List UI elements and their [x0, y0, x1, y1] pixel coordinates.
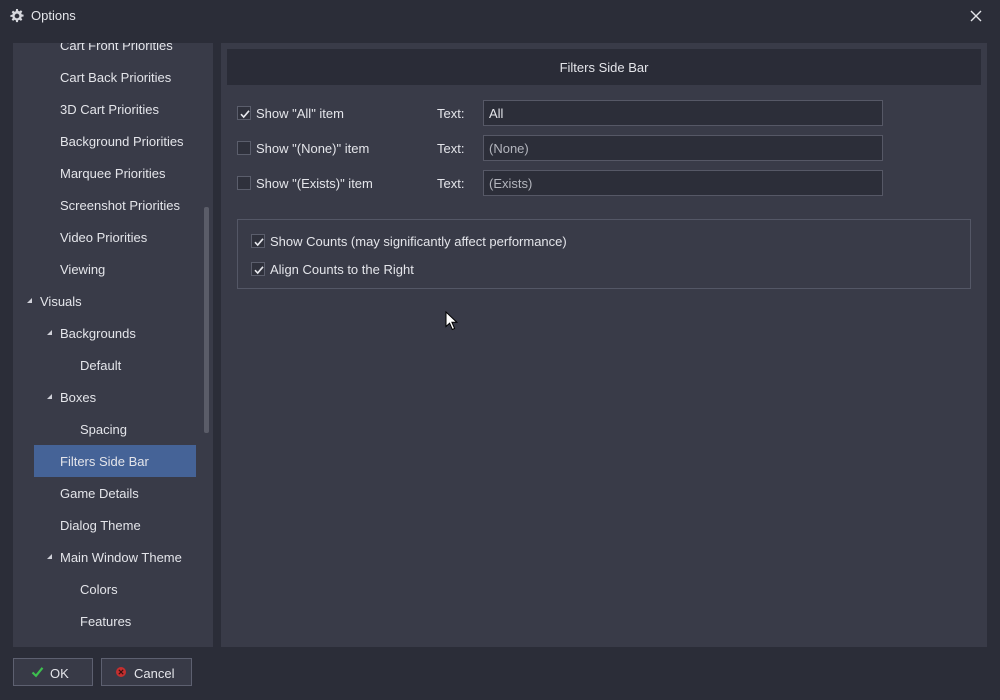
tree-item-colors[interactable]: Colors	[13, 573, 203, 605]
tree-scrollbar[interactable]	[204, 207, 209, 433]
tree-item-label: Default	[80, 358, 122, 373]
text-label: Text:	[437, 176, 465, 191]
tree-item-label: Backgrounds	[60, 326, 136, 341]
tree-item-label: Video Priorities	[60, 230, 148, 245]
tree-item-default[interactable]: Default	[13, 349, 203, 381]
tree-item-3d-cart-priorities[interactable]: 3D Cart Priorities	[13, 93, 203, 125]
tree-item-video-priorities[interactable]: Video Priorities	[13, 221, 203, 253]
tree-item-label: Cart Back Priorities	[60, 70, 172, 85]
text-label: Text:	[437, 141, 465, 156]
cancel-button[interactable]: Cancel	[101, 658, 192, 686]
align-counts-label: Align Counts to the Right	[270, 262, 414, 277]
checkmark-icon	[254, 266, 264, 275]
tree-item-dialog-theme[interactable]: Dialog Theme	[13, 509, 203, 541]
tree-item-viewing[interactable]: Viewing	[13, 253, 203, 285]
close-button[interactable]	[960, 0, 992, 32]
tree-item-boxes[interactable]: Boxes	[13, 381, 203, 413]
tree-item-label: Viewing	[60, 262, 106, 277]
expand-arrow-icon[interactable]	[46, 393, 54, 401]
show-counts-label: Show Counts (may significantly affect pe…	[270, 234, 567, 249]
tree-item-main-window-theme[interactable]: Main Window Theme	[13, 541, 203, 573]
tree-item-label: Colors	[80, 582, 118, 597]
expand-arrow-icon[interactable]	[46, 329, 54, 337]
exists-text-input[interactable]: (Exists)	[483, 170, 883, 196]
cancel-label: Cancel	[134, 666, 175, 681]
tree-item-features[interactable]: Features	[13, 605, 203, 637]
tree-item-label: Filters Side Bar	[60, 454, 149, 469]
show-all-row: Show "All" item Text: All	[236, 100, 883, 126]
show-exists-checkbox[interactable]	[237, 176, 251, 190]
tree-item-label: Spacing	[80, 422, 127, 437]
tree-item-spacing[interactable]: Spacing	[13, 413, 203, 445]
tree-item-label: Marquee Priorities	[60, 166, 166, 181]
tree-item-label: Cart Front Priorities	[60, 43, 173, 53]
tree-item-label: Game Details	[60, 486, 139, 501]
cancel-icon	[116, 667, 126, 677]
settings-panel: Filters Side Bar Show "All" item Text: A…	[221, 43, 987, 647]
tree-item-label: Visuals	[40, 294, 82, 309]
tree-item-label: Boxes	[60, 390, 97, 405]
show-exists-row: Show "(Exists)" item Text: (Exists)	[236, 170, 883, 196]
show-all-label: Show "All" item	[256, 106, 344, 121]
title-bar: Options	[0, 0, 1000, 32]
expand-arrow-icon[interactable]	[46, 553, 54, 561]
checkmark-icon	[31, 667, 44, 678]
close-icon	[970, 10, 982, 22]
panel-header: Filters Side Bar	[227, 49, 981, 85]
counts-group: Show Counts (may significantly affect pe…	[237, 219, 971, 289]
expand-arrow-icon[interactable]	[26, 297, 34, 305]
show-none-row: Show "(None)" item Text: (None)	[236, 135, 883, 161]
tree-item-label: Features	[80, 614, 132, 629]
show-exists-label: Show "(Exists)" item	[256, 176, 373, 191]
tree-item-label: Screenshot Priorities	[60, 198, 180, 213]
mouse-cursor-icon	[445, 311, 459, 331]
tree-item-screenshot-priorities[interactable]: Screenshot Priorities	[13, 189, 203, 221]
ok-button[interactable]: OK	[13, 658, 93, 686]
ok-label: OK	[50, 666, 69, 681]
all-text-input[interactable]: All	[483, 100, 883, 126]
tree-item-game-details[interactable]: Game Details	[13, 477, 203, 509]
tree-item-label: 3D Cart Priorities	[60, 102, 159, 117]
tree-item-marquee-priorities[interactable]: Marquee Priorities	[13, 157, 203, 189]
checkmark-icon	[254, 238, 264, 247]
none-text-input[interactable]: (None)	[483, 135, 883, 161]
window-title: Options	[31, 8, 76, 23]
tree-item-backgrounds[interactable]: Backgrounds	[13, 317, 203, 349]
tree-item-visuals[interactable]: Visuals	[13, 285, 203, 317]
tree-item-filters-side-bar[interactable]: Filters Side Bar	[34, 445, 196, 477]
tree-item-label: Main Window Theme	[60, 550, 182, 565]
show-none-checkbox[interactable]	[237, 141, 251, 155]
text-label: Text:	[437, 106, 465, 121]
show-counts-checkbox[interactable]	[251, 234, 265, 248]
tree-item-cart-front-priorities[interactable]: Cart Front Priorities	[13, 43, 203, 61]
show-none-label: Show "(None)" item	[256, 141, 370, 156]
options-tree: Cart Front Priorities Cart Back Prioritie…	[13, 43, 213, 647]
align-counts-checkbox[interactable]	[251, 262, 265, 276]
tree-item-cart-back-priorities[interactable]: Cart Back Priorities	[13, 61, 203, 93]
tree-item-label: Dialog Theme	[60, 518, 141, 533]
tree-item-background-priorities[interactable]: Background Priorities	[13, 125, 203, 157]
show-all-checkbox[interactable]	[237, 106, 251, 120]
tree-item-label: Background Priorities	[60, 134, 184, 149]
checkmark-icon	[240, 110, 250, 119]
gear-icon	[10, 9, 24, 23]
